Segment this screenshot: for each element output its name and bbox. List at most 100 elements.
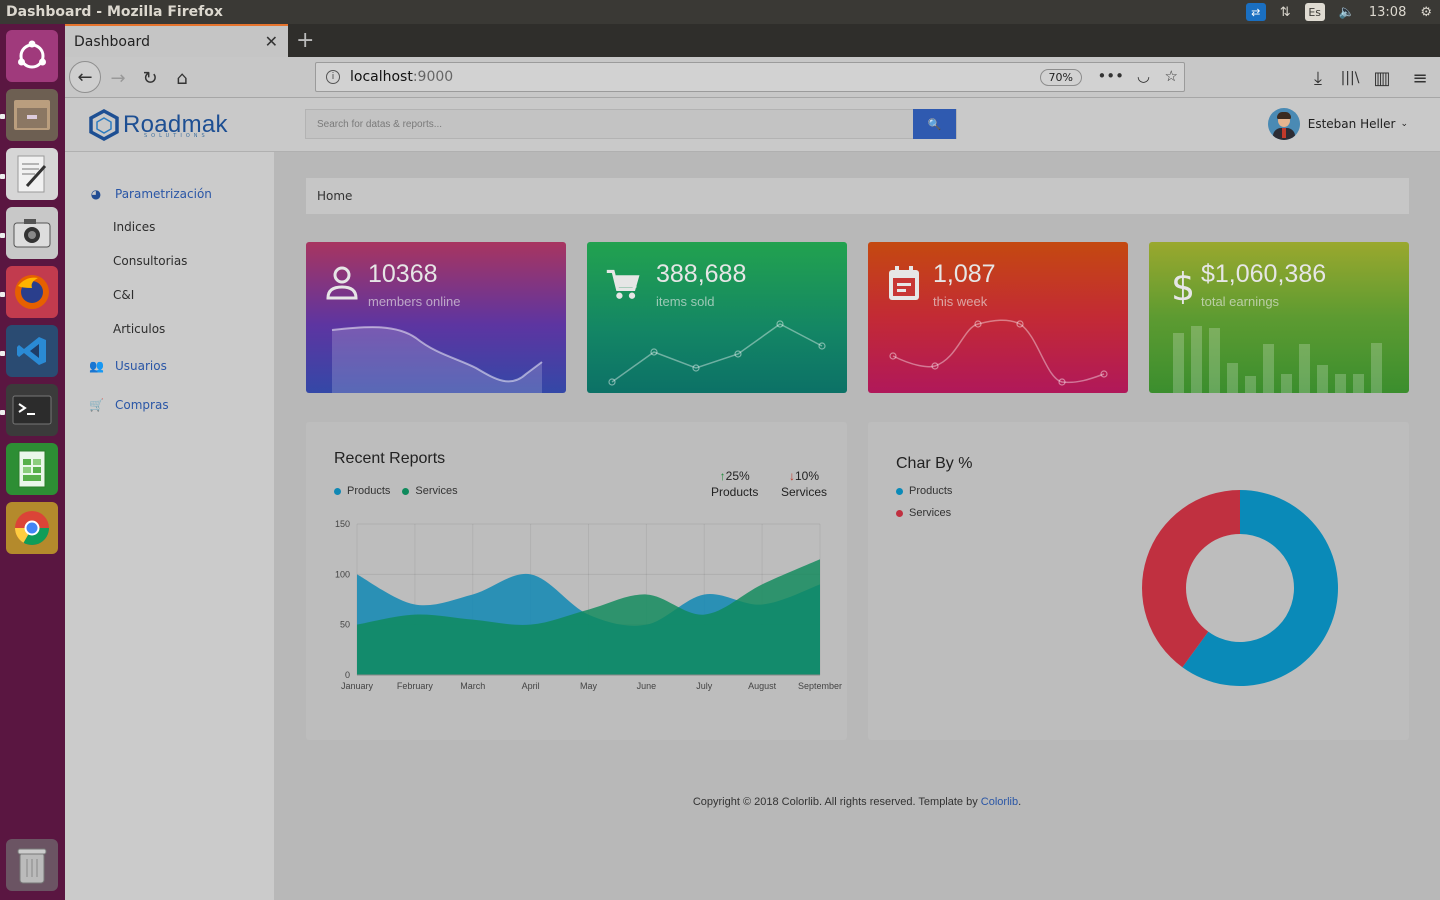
sidebar-toggle-icon[interactable]: ▥	[1369, 65, 1395, 91]
submenu-item-ci[interactable]: C&I	[65, 278, 274, 312]
browser-navbar: ← → ↻ ⌂ i localhost:9000 70% ••• ◡ ☆ ⤓ |…	[65, 57, 1440, 98]
submenu-item-articulos[interactable]: Articulos	[65, 312, 274, 346]
reload-icon[interactable]: ↻	[137, 65, 163, 91]
pocket-icon[interactable]: ◡	[1137, 67, 1150, 85]
stat-label: members online	[368, 294, 461, 309]
search-input[interactable]	[306, 110, 913, 138]
running-indicator	[0, 174, 5, 179]
kpi-label: Services	[781, 485, 828, 499]
menu-label: Parametrización	[115, 187, 212, 201]
brand-logo[interactable]: Roadmak SOLUTIONS	[65, 98, 274, 152]
home-icon[interactable]: ⌂	[169, 65, 195, 91]
hamburger-menu-icon[interactable]: ≡	[1407, 65, 1433, 91]
clock[interactable]: 13:08	[1369, 5, 1406, 20]
pie-legend-products: Products	[896, 485, 952, 497]
url-bar[interactable]: i localhost:9000 70% ••• ◡ ☆	[315, 62, 1185, 92]
app-sidebar: Roadmak SOLUTIONS ◕ Parametrización Indi…	[65, 98, 274, 900]
shopping-cart-icon: 🛒	[89, 398, 104, 412]
y-tick-label: 0	[345, 670, 350, 680]
user-menu[interactable]: Esteban Heller ⌄	[1267, 108, 1408, 140]
spreadsheet-icon[interactable]	[6, 443, 58, 495]
url-text[interactable]: localhost:9000	[350, 69, 453, 85]
browser-tab-strip: Dashboard ✕ +	[65, 24, 1440, 57]
search-form: 🔍	[305, 109, 957, 139]
new-tab-icon[interactable]: +	[296, 28, 314, 53]
running-indicator	[0, 114, 5, 119]
breadcrumb-home[interactable]: Home	[317, 189, 352, 203]
running-indicator	[0, 292, 5, 297]
menu-item-compras[interactable]: 🛒 Compras	[65, 389, 274, 421]
breadcrumb: Home	[306, 178, 1409, 214]
page-actions-icon[interactable]: •••	[1097, 67, 1124, 85]
downloads-icon[interactable]: ⤓	[1305, 65, 1331, 91]
x-tick-label: May	[580, 681, 598, 691]
text-editor-icon[interactable]	[6, 148, 58, 200]
zoom-level-badge[interactable]: 70%	[1039, 69, 1082, 86]
kpi-products: ↑25% Products	[711, 468, 758, 500]
settings-gear-icon[interactable]: ⚙	[1420, 5, 1432, 20]
running-indicator	[0, 410, 5, 415]
kpi-value: 25%	[725, 469, 750, 483]
library-icon[interactable]: |||\	[1337, 65, 1363, 91]
firefox-icon[interactable]	[6, 266, 58, 318]
submenu-item-indices[interactable]: Indices	[65, 210, 274, 244]
browser-tab[interactable]: Dashboard ✕	[65, 24, 288, 57]
submenu-item-consultorias[interactable]: Consultorias	[65, 244, 274, 278]
ubuntu-dash-icon[interactable]	[6, 30, 58, 82]
x-tick-label: July	[696, 681, 713, 691]
os-top-panel: Dashboard - Mozilla Firefox ⇄ ⇅ Es 🔈 13:…	[0, 0, 1440, 24]
x-tick-label: March	[460, 681, 485, 691]
launcher	[0, 24, 65, 900]
sparkline-bars	[1173, 326, 1382, 393]
trash-icon[interactable]	[6, 839, 58, 891]
terminal-icon[interactable]	[6, 384, 58, 436]
stat-value: 10368	[368, 260, 438, 288]
brand-tagline: SOLUTIONS	[144, 133, 209, 139]
stat-card-members: 10368 members online	[306, 242, 566, 393]
x-tick-label: September	[798, 681, 842, 691]
footer-link[interactable]: Colorlib	[981, 796, 1018, 808]
footer: Copyright © 2018 Colorlib. All rights re…	[65, 796, 1440, 808]
site-info-icon[interactable]: i	[326, 70, 340, 84]
y-tick-label: 50	[340, 620, 350, 630]
donut-chart	[1142, 490, 1338, 686]
stat-card-earnings: $ $1,060,386 total earnings	[1149, 242, 1409, 393]
x-tick-label: April	[522, 681, 540, 691]
calendar-icon	[889, 266, 919, 300]
card-title: Char By %	[896, 455, 973, 472]
char-by-percent-card: Char By % Products Services	[868, 422, 1409, 740]
volume-icon[interactable]: 🔈	[1339, 5, 1355, 20]
x-tick-label: June	[637, 681, 657, 691]
footer-end: .	[1018, 796, 1022, 808]
svg-text:$: $	[1171, 265, 1195, 304]
web-page: Roadmak SOLUTIONS ◕ Parametrización Indi…	[65, 98, 1440, 900]
menu-item-usuarios[interactable]: 👥 Usuarios	[65, 350, 274, 382]
forward-arrow-icon[interactable]: →	[105, 65, 131, 91]
kpi-label: Products	[711, 485, 759, 499]
camera-icon[interactable]	[6, 207, 58, 259]
bookmark-star-icon[interactable]: ☆	[1165, 67, 1178, 85]
network-icon[interactable]: ⇅	[1280, 5, 1291, 20]
x-tick-label: August	[748, 681, 777, 691]
files-icon[interactable]	[6, 89, 58, 141]
stat-value: 1,087	[933, 260, 996, 288]
chevron-down-icon: ⌄	[1400, 119, 1408, 129]
kpi-services: ↓10% Services	[781, 468, 827, 500]
sparkline-area	[331, 326, 543, 393]
keyboard-layout-indicator[interactable]: Es	[1304, 3, 1325, 21]
legend-dot-services	[896, 509, 903, 517]
users-icon: 👥	[89, 359, 104, 373]
recent-reports-card: Recent Reports Products Services ↑25% Pr…	[306, 422, 847, 740]
menu-item-parametrizacion[interactable]: ◕ Parametrización	[65, 178, 274, 210]
back-arrow-icon[interactable]: ←	[69, 61, 101, 93]
chrome-icon[interactable]	[6, 502, 58, 554]
teamviewer-icon[interactable]: ⇄	[1245, 3, 1266, 21]
user-icon	[326, 266, 358, 300]
chart-legend: Products Services	[334, 485, 458, 497]
tab-close-icon[interactable]: ✕	[265, 32, 278, 51]
kpi-value: 10%	[794, 469, 820, 483]
running-indicator	[0, 351, 5, 356]
stat-value: 388,688	[656, 260, 747, 288]
vscode-icon[interactable]	[6, 325, 58, 377]
search-button[interactable]: 🔍	[913, 109, 956, 139]
